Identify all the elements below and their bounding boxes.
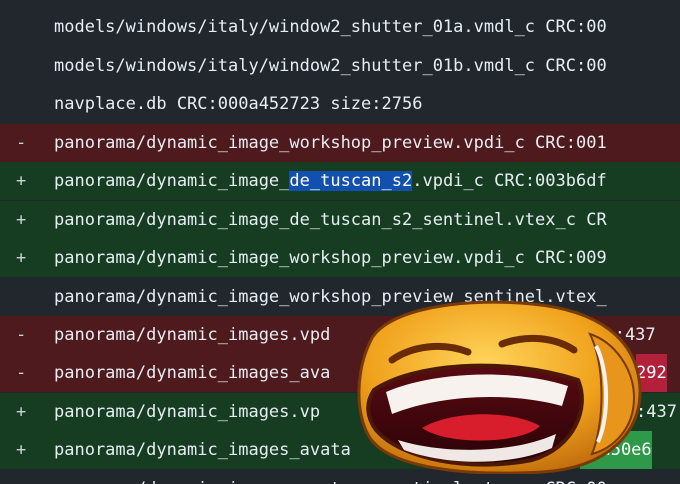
diff-marker-plus: + [16,440,27,460]
diff-marker-plus: + [16,171,27,191]
diff-marker-plus: + [16,402,27,422]
diff-line-added[interactable]: + panorama/dynamic_image_de_tuscan_s2_se… [0,201,680,239]
diff-line-text: panorama/dynamic_image_de_tuscan_s2_sent… [54,210,607,230]
diff-marker-minus: - [16,325,27,345]
diff-line-added[interactable]: + panorama/dynamic_image_de_tuscan_s2.vp… [0,162,680,200]
diff-line-text: panorama/dynamic_image_workshop_preview.… [54,133,607,153]
diff-line-text: models/windows/italy/window2_shutter_01b… [54,56,607,76]
diff-marker-minus: - [16,133,27,153]
selected-text[interactable]: de_tuscan_s2 [289,171,413,191]
diff-line-text: panorama/dynamic_images.vp [54,402,321,422]
diff-line-context[interactable]: models/windows/italy/window2_shutter_01a… [0,8,680,46]
diff-line-text: panorama/dynamic_images.vpd [54,325,331,345]
diff-line-text: models/windows/italy/window2_shutter_01a… [54,17,607,37]
diff-text-segment: panorama/dynamic_image_ [54,171,290,191]
diff-line-added[interactable]: + panorama/dynamic_image_workshop_previe… [0,239,680,277]
diff-marker-plus: + [16,248,27,268]
diff-line-deleted[interactable]: - panorama/dynamic_image_workshop_previe… [0,124,680,162]
file-diff-view: models/windows/italy/window2_shutter_01a… [0,0,680,484]
diff-line-text: panorama/dynamic_images_ava [54,363,331,383]
diff-line-context[interactable]: navplace.db CRC:000a452723 size:2756 [0,85,680,123]
diff-line-text: panorama/dynamic_image_de_tuscan_s2.vpdi… [54,162,607,200]
screaming-face-emoji-icon [357,300,642,474]
diff-line-text: navplace.db CRC:000a452723 size:2756 [54,94,423,114]
diff-line-text: panorama/dynamic_images_avata [54,440,351,460]
diff-marker-plus: + [16,210,27,230]
diff-text-segment: .vpdi_c CRC:003b6df [412,171,607,191]
diff-text-segment: :437 [636,402,677,422]
diff-line-context[interactable]: models/windows/italy/window2_shutter_01b… [0,47,680,85]
diff-marker-minus: - [16,363,27,383]
diff-line-text: panorama/dynamic_image_workshop_preview.… [54,248,607,268]
